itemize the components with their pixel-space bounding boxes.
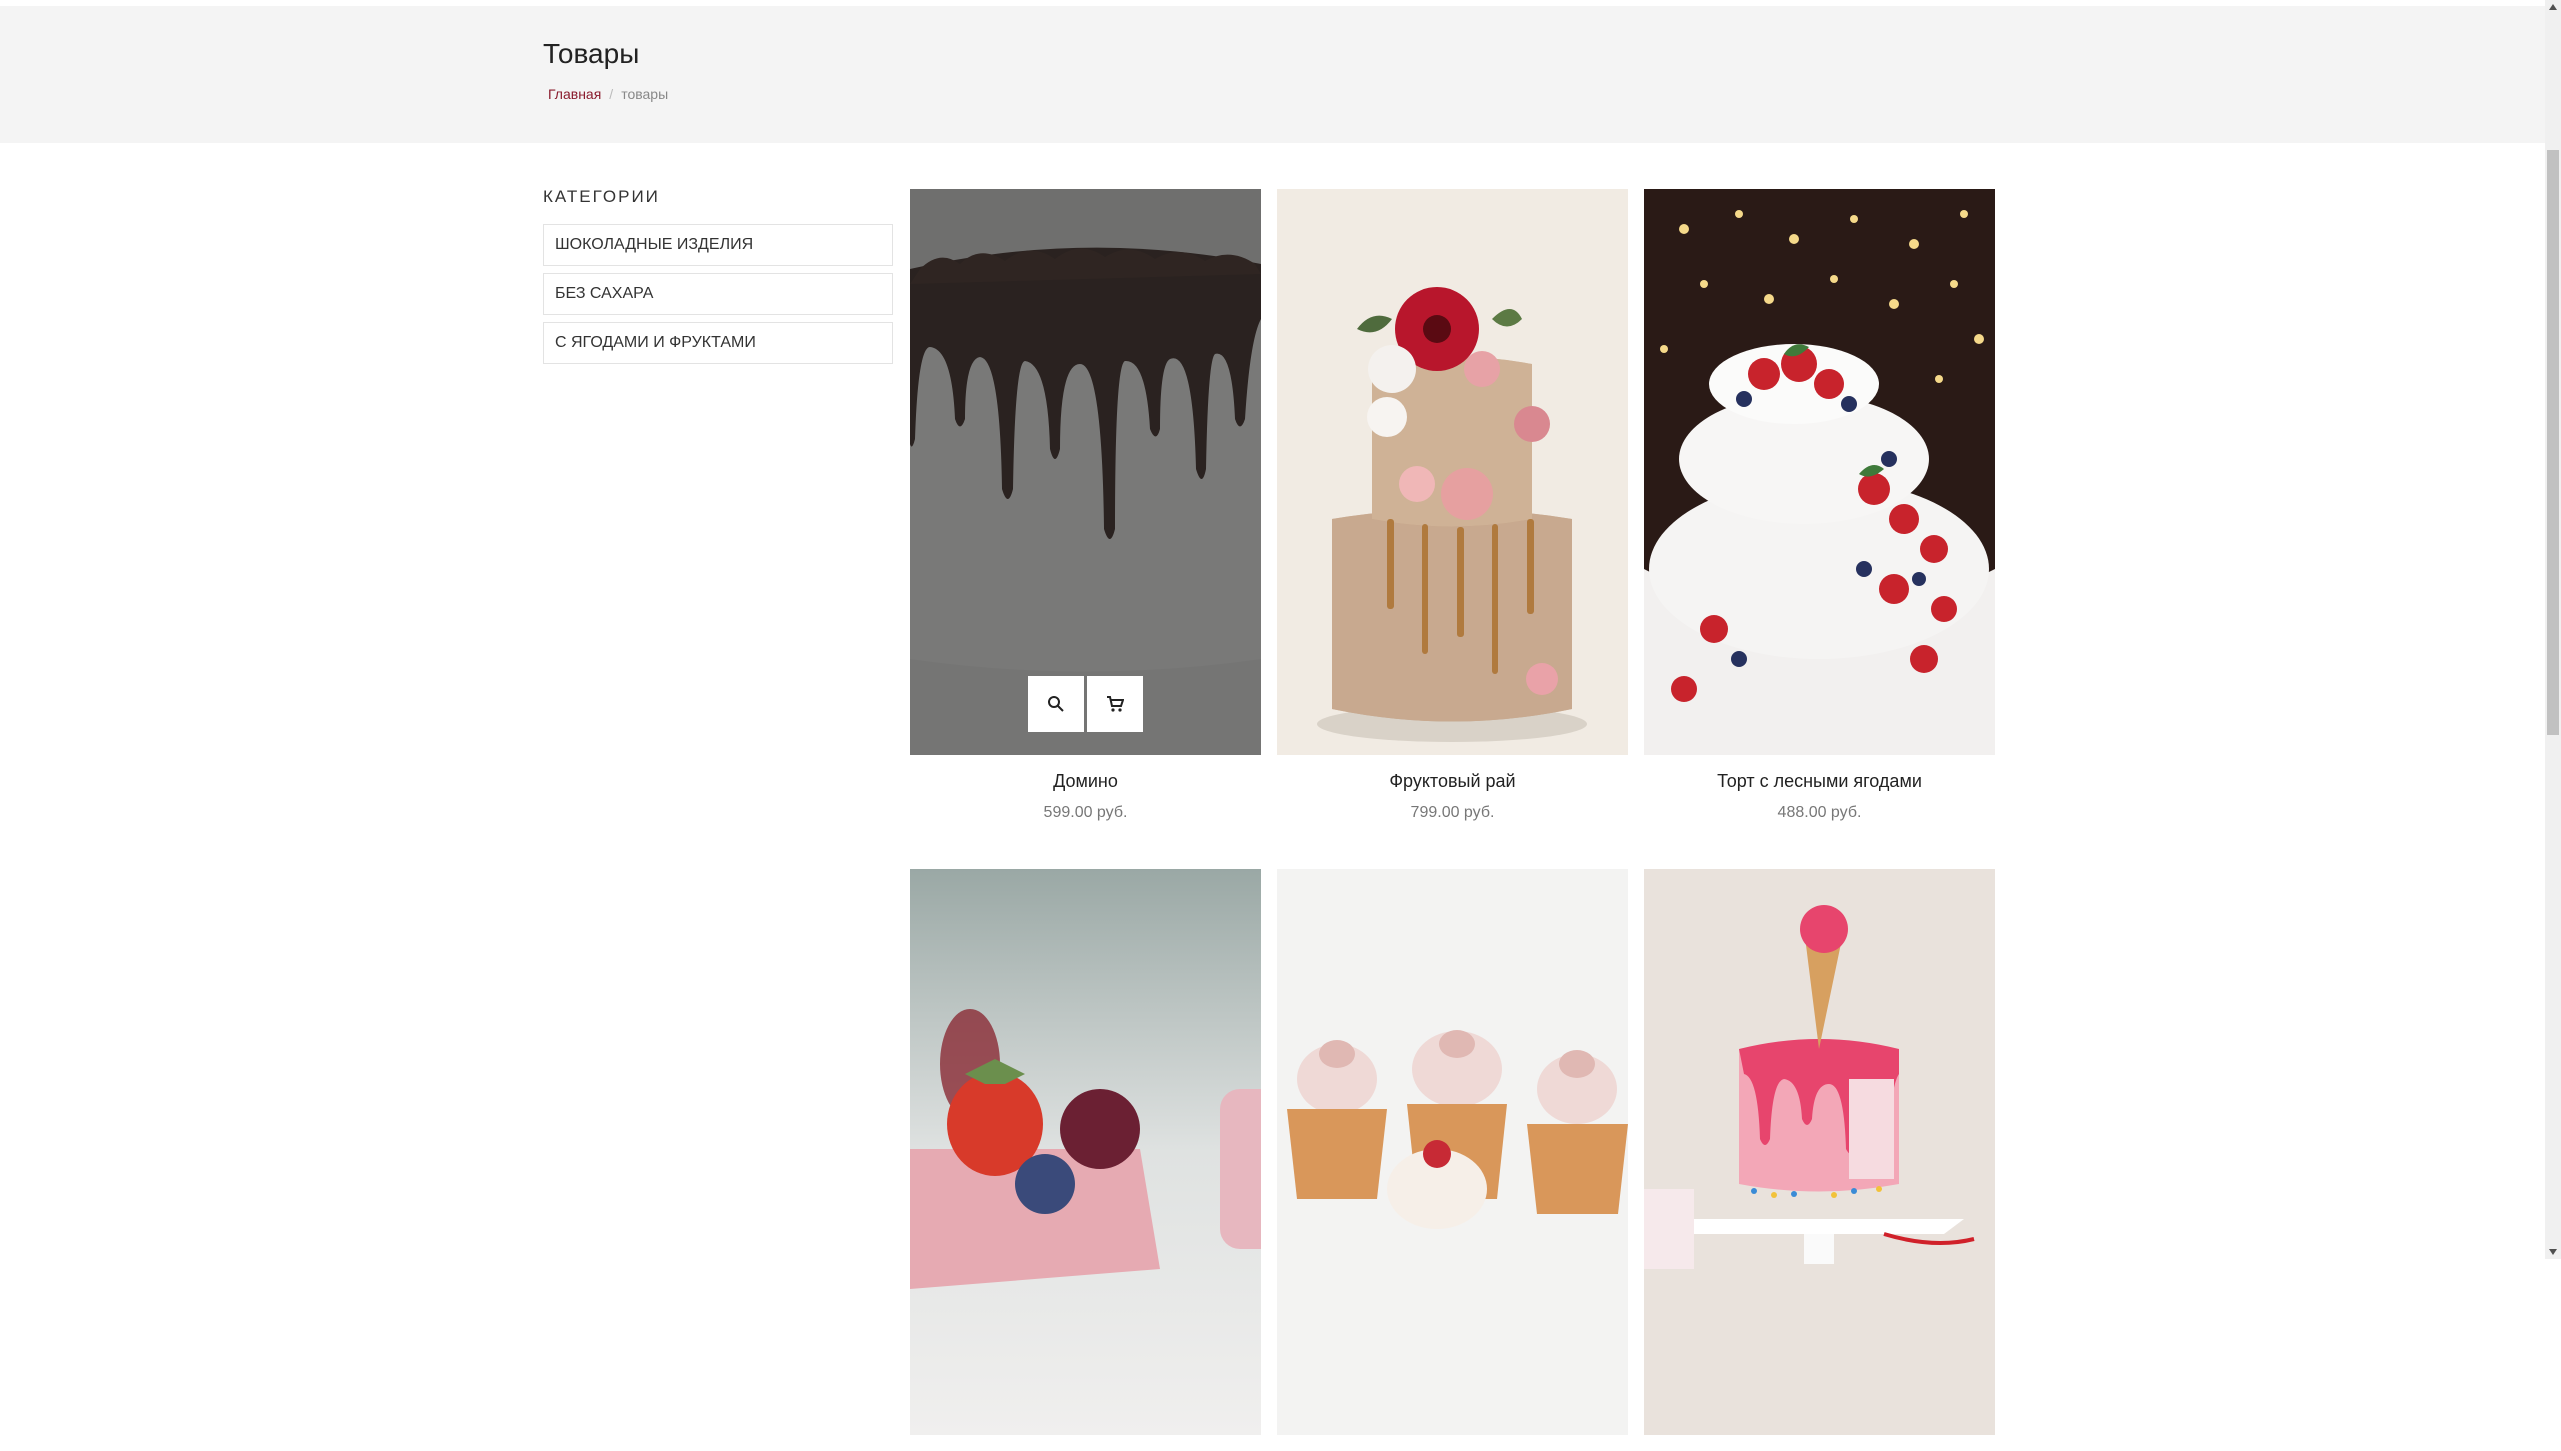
pink-drip-icecream-cake-image [1644, 869, 1995, 1435]
scrollbar-thumb[interactable] [2547, 150, 2559, 735]
product-name[interactable]: Домино [910, 771, 1261, 792]
breadcrumb-home-link[interactable]: Главная [548, 86, 601, 102]
product-card[interactable] [1644, 869, 1995, 1451]
product-image[interactable] [910, 189, 1261, 755]
product-card[interactable]: Домино 599.00 руб. [910, 189, 1261, 822]
product-card[interactable] [1277, 869, 1628, 1451]
breadcrumb: Главная / товары [548, 86, 668, 102]
product-image[interactable] [1644, 189, 1995, 755]
product-image[interactable] [910, 869, 1261, 1435]
product-price: 799.00 руб. [1410, 804, 1495, 821]
white-berry-cake-image [1644, 189, 1995, 755]
category-berries-fruits[interactable]: С ЯГОДАМИ И ФРУКТАМИ [543, 322, 893, 364]
page-header [0, 6, 2545, 143]
cart-icon [1107, 696, 1124, 712]
product-name[interactable]: Торт с лесными ягодами [1644, 771, 1995, 792]
strawberry-mousse-image [910, 869, 1261, 1435]
cupcakes-image [1277, 869, 1628, 1435]
product-price: 599.00 руб. [1043, 804, 1128, 821]
product-card[interactable]: Торт с лесными ягодами 488.00 руб. [1644, 189, 1995, 822]
product-hover-overlay [910, 189, 1261, 755]
product-image[interactable] [1277, 869, 1628, 1435]
product-price: 488.00 руб. [1777, 804, 1862, 821]
breadcrumb-separator: / [609, 86, 614, 102]
categories-list: ШОКОЛАДНЫЕ ИЗДЕЛИЯ БЕЗ САХАРА С ЯГОДАМИ … [543, 224, 893, 371]
scroll-down-arrow-icon[interactable] [2545, 1245, 2561, 1259]
product-card[interactable]: Фруктовый рай 799.00 руб. [1277, 189, 1628, 822]
add-to-cart-button[interactable] [1087, 676, 1143, 732]
scroll-up-arrow-icon[interactable] [2545, 0, 2561, 14]
categories-heading: КАТЕГОРИИ [543, 187, 660, 206]
breadcrumb-current: товары [621, 86, 669, 102]
category-sugar-free[interactable]: БЕЗ САХАРА [543, 273, 893, 315]
search-icon [1048, 696, 1064, 712]
scrollbar[interactable] [2545, 0, 2561, 1259]
naked-cake-flowers-image [1277, 189, 1628, 755]
product-image[interactable] [1277, 189, 1628, 755]
product-name[interactable]: Фруктовый рай [1277, 771, 1628, 792]
category-chocolate[interactable]: ШОКОЛАДНЫЕ ИЗДЕЛИЯ [543, 224, 893, 266]
quick-view-button[interactable] [1028, 676, 1084, 732]
product-card[interactable] [910, 869, 1261, 1451]
page-title: Товары [543, 38, 640, 69]
product-image[interactable] [1644, 869, 1995, 1435]
